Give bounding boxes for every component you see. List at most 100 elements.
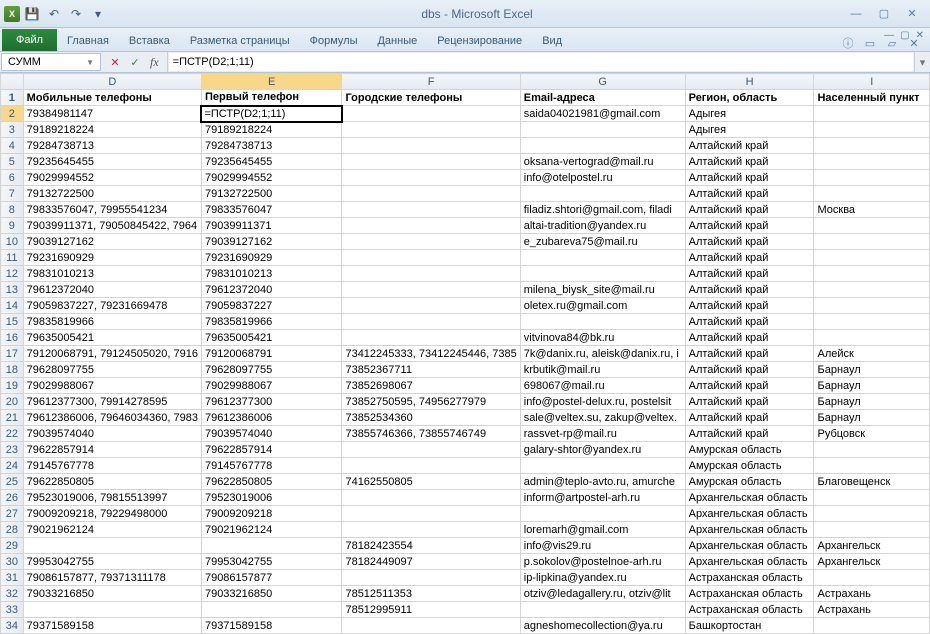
cell[interactable]: Алтайский край [685,218,814,234]
cell[interactable]: 79284738713 [201,138,342,154]
row-header[interactable]: 12 [1,266,24,282]
cell[interactable]: e_zubareva75@mail.ru [520,234,685,250]
formula-input[interactable] [169,53,913,71]
row-header[interactable]: 9 [1,218,24,234]
cell[interactable]: 79622857914 [201,442,342,458]
cell[interactable]: 78182449097 [342,554,520,570]
cell[interactable]: Алейск [814,346,930,362]
cell[interactable]: 79189218224 [201,122,342,138]
cell[interactable]: Регион, область [685,90,814,106]
cell[interactable]: Барнаул [814,410,930,426]
row-header[interactable]: 30 [1,554,24,570]
ribbon-tab[interactable]: Вид [532,31,572,51]
cell[interactable]: 79284738713 [23,138,201,154]
maximize-button[interactable]: ▢ [874,6,894,22]
cell[interactable]: 73852750595, 74956277979 [342,394,520,410]
cell[interactable]: otziv@ledagallery.ru, otziv@lit [520,586,685,602]
cell[interactable]: 79384981147 [23,106,201,122]
cell[interactable] [342,186,520,202]
cell[interactable] [814,522,930,538]
cell[interactable] [342,154,520,170]
cell[interactable]: 79612377300 [201,394,342,410]
row-header[interactable]: 20 [1,394,24,410]
row-header[interactable]: 1 [1,90,24,106]
cell[interactable]: 79039911371 [201,218,342,234]
cell[interactable] [520,122,685,138]
cell[interactable] [814,490,930,506]
cell[interactable] [342,234,520,250]
redo-icon[interactable]: ↷ [66,4,86,24]
cell[interactable] [814,234,930,250]
cell[interactable]: 79009209218 [201,506,342,522]
cell[interactable] [814,442,930,458]
cell[interactable]: p.sokolov@postelnoe-arh.ru [520,554,685,570]
row-header[interactable]: 19 [1,378,24,394]
cell[interactable]: 79622857914 [23,442,201,458]
row-header[interactable]: 14 [1,298,24,314]
cell[interactable] [342,314,520,330]
row-header[interactable]: 7 [1,186,24,202]
cell[interactable]: info@vis29.ru [520,538,685,554]
row-header[interactable]: 32 [1,586,24,602]
column-header[interactable]: E [201,74,342,90]
cell[interactable]: Алтайский край [685,250,814,266]
cell[interactable]: 79831010213 [23,266,201,282]
cell[interactable] [201,538,342,554]
cell[interactable]: Алтайский край [685,170,814,186]
cell[interactable]: Алтайский край [685,346,814,362]
cell[interactable] [814,106,930,122]
row-header[interactable]: 8 [1,202,24,218]
cell[interactable]: 79021962124 [201,522,342,538]
cell[interactable]: 79523019006 [201,490,342,506]
cell[interactable]: 79029994552 [201,170,342,186]
cell[interactable]: 79371589158 [201,618,342,634]
row-header[interactable]: 28 [1,522,24,538]
cell[interactable]: 79612372040 [201,282,342,298]
cell[interactable]: 79039574040 [201,426,342,442]
cell[interactable] [814,138,930,154]
cell[interactable]: 79009209218, 79229498000 [23,506,201,522]
cell[interactable]: Алтайский край [685,234,814,250]
cell[interactable] [342,106,520,122]
column-header[interactable]: G [520,74,685,90]
cell[interactable]: Архангельск [814,554,930,570]
cell[interactable] [342,618,520,634]
cell[interactable]: Архангельская область [685,538,814,554]
cell[interactable]: 698067@mail.ru [520,378,685,394]
cell[interactable]: 79831010213 [201,266,342,282]
row-header[interactable]: 5 [1,154,24,170]
row-header[interactable]: 16 [1,330,24,346]
cell[interactable]: 73852534360 [342,410,520,426]
cell[interactable] [520,602,685,618]
cell[interactable]: 73412245333, 73412245446, 7385 [342,346,520,362]
row-header[interactable]: 22 [1,426,24,442]
cell[interactable] [342,490,520,506]
ribbon-tab[interactable]: Данные [367,31,427,51]
close-button[interactable]: ✕ [902,6,922,22]
cell[interactable] [342,170,520,186]
cell[interactable]: Алтайский край [685,202,814,218]
workbook-minimize-icon[interactable]: — [884,30,894,41]
cell[interactable]: 79622850805 [201,474,342,490]
cell[interactable]: Барнаул [814,362,930,378]
cell[interactable]: Архангельская область [685,554,814,570]
cell[interactable]: 79231690929 [201,250,342,266]
cell[interactable]: saida04021981@gmail.com [520,106,685,122]
cell[interactable]: loremarh@gmail.com [520,522,685,538]
cell[interactable]: galary-shtor@yandex.ru [520,442,685,458]
cell[interactable]: 79120068791, 79124505020, 7916 [23,346,201,362]
cell[interactable]: 79132722500 [23,186,201,202]
undo-icon[interactable]: ↶ [44,4,64,24]
cell[interactable]: 79033216850 [201,586,342,602]
cell[interactable]: 79612372040 [23,282,201,298]
cell[interactable]: 78182423554 [342,538,520,554]
column-header[interactable]: F [342,74,520,90]
cell[interactable] [342,458,520,474]
cell[interactable]: Алтайский край [685,138,814,154]
cell[interactable]: Первый телефон [201,90,342,106]
cell[interactable]: 73852367711 [342,362,520,378]
cell[interactable]: 74162550805 [342,474,520,490]
cell[interactable]: filadiz.shtori@gmail.com, filadi [520,202,685,218]
cell[interactable]: Алтайский край [685,362,814,378]
cell[interactable]: Алтайский край [685,282,814,298]
